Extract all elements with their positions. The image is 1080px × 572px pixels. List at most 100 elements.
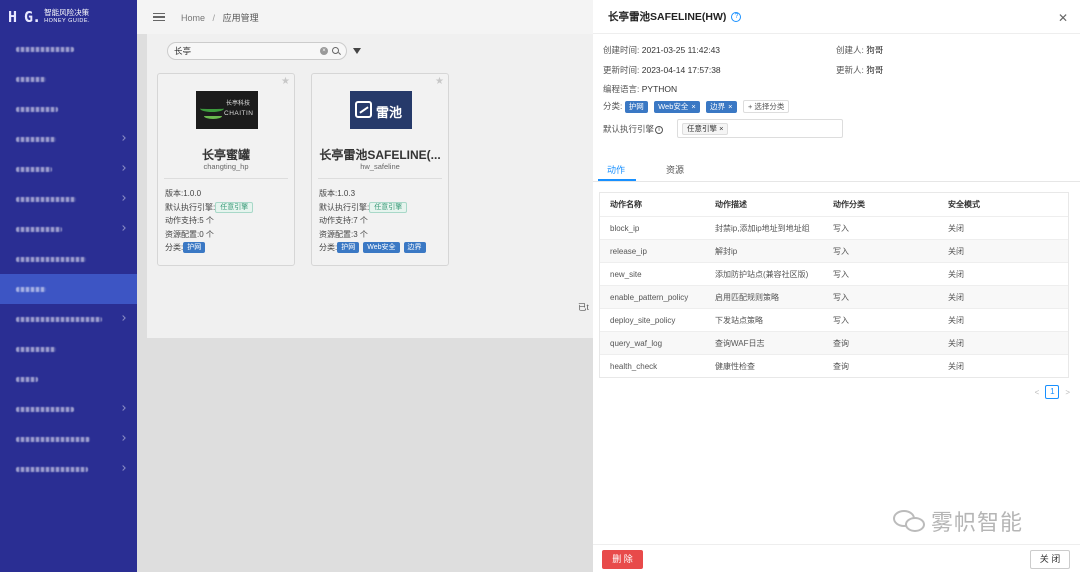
sidebar-item-label bbox=[16, 166, 52, 172]
menu-toggle-icon[interactable] bbox=[153, 12, 165, 22]
category-tag: Web安全 bbox=[363, 242, 400, 254]
next-page-icon[interactable]: > bbox=[1065, 388, 1070, 397]
action-count: 5 个 bbox=[199, 216, 214, 225]
chevron-down-icon bbox=[120, 165, 126, 171]
chevron-down-icon bbox=[120, 225, 126, 231]
sidebar-item[interactable] bbox=[0, 304, 137, 334]
engine-select[interactable]: 任意引擎 × bbox=[677, 119, 843, 138]
filter-dropdown-icon[interactable] bbox=[353, 48, 361, 54]
app-version: 1.0.3 bbox=[337, 189, 356, 198]
remove-tag-icon[interactable]: × bbox=[728, 102, 732, 111]
sidebar-item-label bbox=[16, 376, 38, 382]
chevron-down-icon bbox=[120, 315, 126, 321]
brand-mark: H G. bbox=[8, 8, 41, 26]
tab-resources[interactable]: 资源 bbox=[666, 163, 684, 176]
table-cell: 解封ip bbox=[715, 246, 738, 256]
table-cell: 关闭 bbox=[948, 223, 964, 233]
table-cell: 查询WAF日志 bbox=[715, 338, 765, 348]
sidebar-item[interactable] bbox=[0, 364, 137, 394]
brand-name-cn: 智能风险决策 bbox=[44, 8, 90, 17]
table-cell: 写入 bbox=[833, 315, 849, 325]
star-icon[interactable]: ★ bbox=[435, 76, 444, 87]
star-icon[interactable]: ★ bbox=[281, 76, 290, 87]
table-row[interactable]: enable_pattern_policy 启用匹配规则策略 写入 关闭 bbox=[600, 285, 1068, 308]
remove-tag-icon[interactable]: × bbox=[691, 102, 695, 111]
table-cell: 关闭 bbox=[948, 361, 964, 371]
prev-page-icon[interactable]: < bbox=[1035, 388, 1040, 397]
resource-count: 3 个 bbox=[353, 229, 368, 239]
close-button[interactable]: 关 闭 bbox=[1030, 550, 1070, 569]
watermark: 雾帜智能 bbox=[893, 505, 1023, 537]
help-icon[interactable]: ? bbox=[731, 11, 742, 22]
brand-logo[interactable]: H G. 智能风险决策 HONEY GUIDE. bbox=[0, 0, 137, 34]
app-logo-chaitin: 长亭科技 CHAITIN bbox=[196, 91, 258, 129]
sidebar-item[interactable] bbox=[0, 454, 137, 484]
sidebar-item[interactable] bbox=[0, 184, 137, 214]
sidebar-nav bbox=[0, 34, 137, 484]
info-icon[interactable]: i bbox=[655, 125, 664, 134]
table-cell: block_ip bbox=[610, 223, 640, 233]
search-icon[interactable] bbox=[332, 47, 340, 55]
table-row[interactable]: query_waf_log 查询WAF日志 查询 关闭 bbox=[600, 331, 1068, 354]
search-input[interactable]: 长亭 × bbox=[167, 42, 347, 60]
top-bar: Home / 应用管理 bbox=[137, 0, 593, 34]
engine-chip: 任意引擎 × bbox=[682, 123, 729, 135]
table-cell: 关闭 bbox=[948, 315, 964, 325]
app-name: 长亭雷池SAFELINE(... bbox=[319, 148, 441, 162]
app-slug: hw_safeline bbox=[360, 162, 400, 171]
table-cell: 写入 bbox=[833, 223, 849, 233]
sidebar-item[interactable] bbox=[0, 334, 137, 364]
tab-active-indicator bbox=[598, 179, 636, 181]
category-tag: 边界 bbox=[403, 242, 426, 254]
sidebar-item-label bbox=[16, 46, 74, 52]
delete-button[interactable]: 删 除 bbox=[602, 550, 643, 569]
table-row[interactable]: block_ip 封禁ip,添加ip地址到地址组 写入 关闭 bbox=[600, 216, 1068, 239]
sidebar-item[interactable] bbox=[0, 424, 137, 454]
sidebar-item[interactable] bbox=[0, 244, 137, 274]
tab-actions[interactable]: 动作 bbox=[607, 163, 625, 176]
table-row[interactable]: release_ip 解封ip 写入 关闭 bbox=[600, 239, 1068, 262]
chevron-down-icon bbox=[120, 405, 126, 411]
drawer-title: 长亭雷池SAFELINE(HW) bbox=[608, 11, 727, 23]
sidebar-item-label bbox=[16, 76, 46, 82]
sidebar-item[interactable] bbox=[0, 154, 137, 184]
sidebar-item-label bbox=[16, 226, 62, 232]
updated-at: 2023-04-14 17:57:38 bbox=[641, 65, 721, 75]
breadcrumb-current: 应用管理 bbox=[222, 12, 259, 23]
category-tag: 护网 bbox=[183, 242, 206, 254]
sidebar-item-label bbox=[16, 316, 102, 322]
close-icon[interactable]: ✕ bbox=[1058, 11, 1068, 25]
category-tag: 护网 bbox=[337, 242, 360, 254]
engine-tag: 任意引擎 bbox=[369, 201, 408, 213]
table-row[interactable]: new_site 添加防护站点(兼容社区版) 写入 关闭 bbox=[600, 262, 1068, 285]
app-card[interactable]: ★ 长亭科技 CHAITIN 长亭蜜罐 changting_hp 版本: 1.0… bbox=[157, 73, 295, 266]
app-detail-drawer: 长亭雷池SAFELINE(HW) ? ✕ 创建时间: 2021-03-25 11… bbox=[593, 0, 1080, 572]
page-number[interactable]: 1 bbox=[1045, 385, 1060, 399]
sidebar-item-label bbox=[16, 136, 56, 142]
sidebar-item[interactable] bbox=[0, 34, 137, 64]
sidebar-item[interactable] bbox=[0, 394, 137, 424]
table-cell: 写入 bbox=[833, 246, 849, 256]
chevron-down-icon bbox=[120, 465, 126, 471]
clear-icon[interactable]: × bbox=[320, 47, 328, 55]
remove-engine-icon[interactable]: × bbox=[719, 124, 723, 133]
action-count: 7 个 bbox=[353, 216, 368, 225]
app-logo-safeline: 雷池 bbox=[350, 91, 412, 129]
sidebar-item[interactable] bbox=[0, 214, 137, 244]
sidebar-item[interactable] bbox=[0, 94, 137, 124]
table-cell: new_site bbox=[610, 269, 642, 279]
main-content: 长亭 × ★ 长亭科技 CHAITIN 长亭蜜罐 changting_hp 版本… bbox=[137, 34, 593, 572]
table-cell: 关闭 bbox=[948, 292, 964, 302]
breadcrumb-home[interactable]: Home bbox=[181, 13, 205, 23]
sidebar-item[interactable] bbox=[0, 274, 137, 304]
engine-label: 默认执行引擎 bbox=[603, 124, 655, 134]
table-cell: 关闭 bbox=[948, 338, 964, 348]
app-card[interactable]: ★ 雷池 长亭雷池SAFELINE(... hw_safeline 版本: 1.… bbox=[311, 73, 449, 266]
sidebar-item[interactable] bbox=[0, 64, 137, 94]
sidebar-item-label bbox=[16, 406, 74, 412]
table-row[interactable]: health_check 健康性检查 查询 关闭 bbox=[600, 354, 1068, 377]
add-category-button[interactable]: + 选择分类 bbox=[742, 100, 790, 114]
sidebar-item[interactable] bbox=[0, 124, 137, 154]
breadcrumb: Home / 应用管理 bbox=[181, 12, 259, 23]
table-row[interactable]: deploy_site_policy 下发站点策略 写入 关闭 bbox=[600, 308, 1068, 331]
